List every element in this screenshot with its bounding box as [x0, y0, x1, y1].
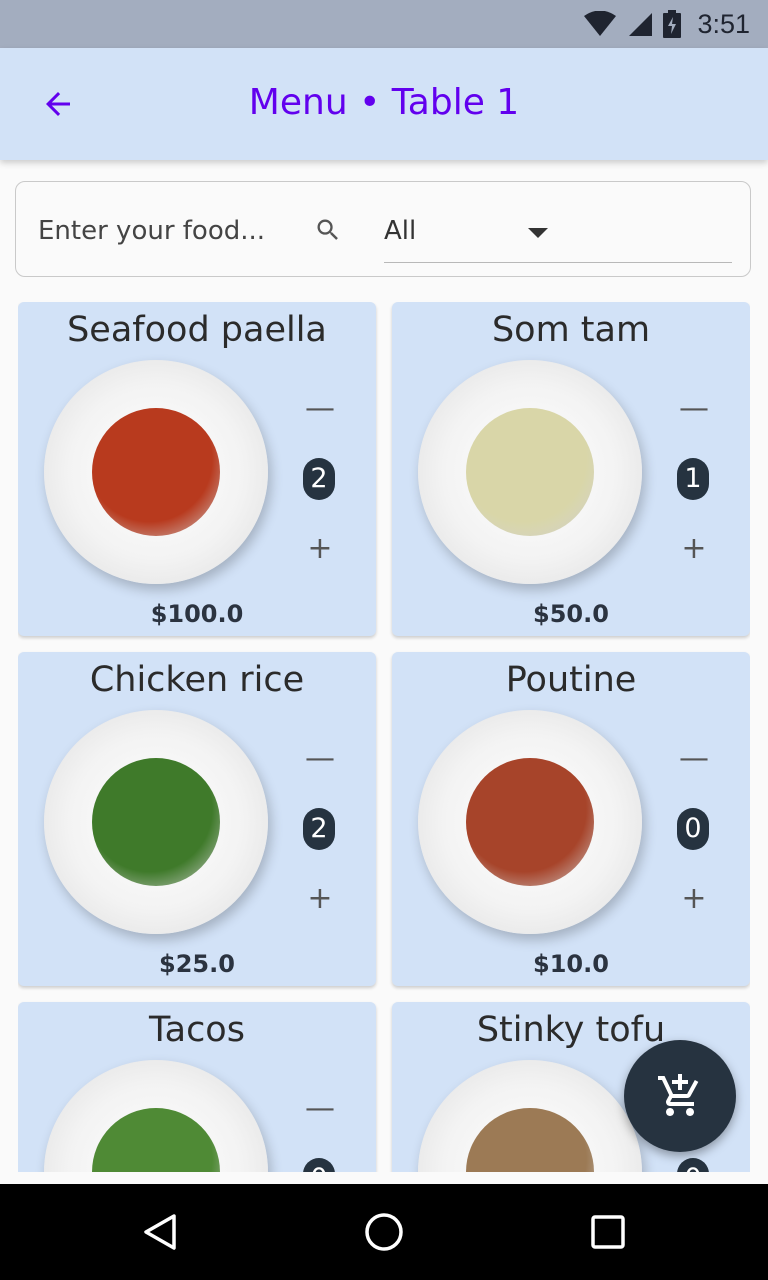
nav-back-button[interactable] — [134, 1206, 186, 1258]
menu-item-price: $100.0 — [150, 600, 244, 628]
search-card: All — [15, 181, 751, 277]
menu-item-name: Tacos — [149, 1010, 245, 1050]
signal-icon — [629, 13, 653, 36]
page-title: Menu • Table 1 — [248, 82, 520, 123]
search-icon[interactable] — [314, 216, 342, 244]
nav-back-icon — [144, 1214, 176, 1250]
quantity-badge: 1 — [677, 458, 709, 500]
food-portion — [466, 408, 594, 536]
menu-item-name: Som tam — [491, 310, 651, 350]
menu-item-card[interactable]: Seafood paella — 2 + $100.0 — [18, 302, 376, 636]
quantity-badge: 0 — [303, 1158, 335, 1172]
menu-item-name: Chicken rice — [89, 660, 305, 700]
menu-item-name: Poutine — [505, 660, 637, 700]
add-shopping-cart-icon — [658, 1074, 699, 1116]
nav-home-icon — [365, 1213, 403, 1251]
menu-item-card[interactable]: Tacos — 0 + — [18, 1002, 376, 1172]
decrease-quantity-button[interactable]: — — [300, 738, 340, 778]
food-portion — [92, 758, 220, 886]
wifi-icon — [584, 11, 617, 36]
search-input[interactable] — [36, 210, 310, 252]
category-selected-value: All — [384, 216, 417, 246]
quantity-badge: 0 — [677, 808, 709, 850]
quantity-badge: 2 — [303, 808, 335, 850]
add-to-cart-fab[interactable] — [624, 1040, 736, 1152]
quantity-badge: 0 — [677, 1158, 709, 1172]
menu-item-card[interactable]: Som tam — 1 + $50.0 — [392, 302, 750, 636]
increase-quantity-button[interactable]: + — [300, 878, 340, 918]
food-portion — [466, 758, 594, 886]
food-image — [418, 710, 642, 934]
menu-item-card[interactable]: Chicken rice — 2 + $25.0 — [18, 652, 376, 986]
menu-item-name: Seafood paella — [67, 310, 327, 350]
food-image — [418, 360, 642, 584]
food-portion — [466, 1108, 594, 1172]
menu-grid: Seafood paella — 2 + $100.0 Som tam — 1 … — [18, 302, 750, 1172]
decrease-quantity-button[interactable]: — — [300, 1088, 340, 1128]
food-image — [418, 1060, 642, 1172]
chevron-down-icon — [528, 228, 548, 238]
status-bar: 3:51 — [0, 0, 768, 48]
food-image — [44, 360, 268, 584]
nav-recents-icon — [591, 1215, 625, 1249]
category-dropdown[interactable]: All — [384, 206, 732, 263]
battery-charging-icon — [663, 10, 682, 38]
increase-quantity-button[interactable]: + — [674, 528, 714, 568]
decrease-quantity-button[interactable]: — — [674, 738, 714, 778]
increase-quantity-button[interactable]: + — [300, 528, 340, 568]
increase-quantity-button[interactable]: + — [674, 878, 714, 918]
menu-item-card[interactable]: Poutine — 0 + $10.0 — [392, 652, 750, 986]
food-portion — [92, 1108, 220, 1172]
food-image — [44, 1060, 268, 1172]
decrease-quantity-button[interactable]: — — [674, 388, 714, 428]
nav-home-button[interactable] — [358, 1206, 410, 1258]
nav-recents-button[interactable] — [582, 1206, 634, 1258]
app-bar: Menu • Table 1 — [0, 48, 768, 160]
decrease-quantity-button[interactable]: — — [300, 388, 340, 428]
menu-item-price: $50.0 — [533, 600, 609, 628]
menu-item-price: $25.0 — [159, 950, 235, 978]
quantity-badge: 2 — [303, 458, 335, 500]
status-icons: 3:51 — [583, 0, 750, 48]
food-portion — [92, 408, 220, 536]
system-nav-bar — [0, 1184, 768, 1280]
status-time: 3:51 — [697, 8, 750, 39]
menu-item-price: $10.0 — [533, 950, 609, 978]
food-image — [44, 710, 268, 934]
